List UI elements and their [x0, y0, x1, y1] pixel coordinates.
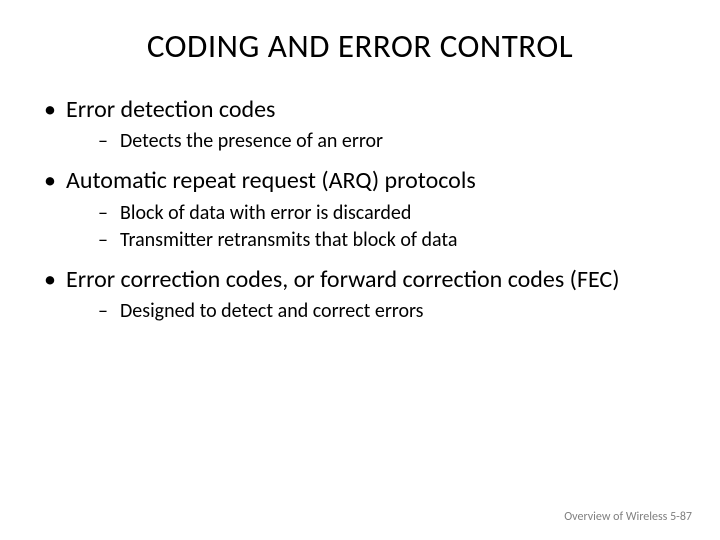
bullet-item: Error correction codes, or forward corre… [40, 264, 688, 325]
sub-bullet-list: Detects the presence of an error [66, 128, 688, 155]
bullet-text: Error correction codes, or forward corre… [66, 265, 620, 294]
bullet-text: Error detection codes [66, 95, 275, 124]
sub-bullet-list: Designed to detect and correct errors [66, 298, 688, 325]
bullet-list: Error detection codes Detects the presen… [32, 94, 688, 325]
sub-bullet-item: Transmitter retransmits that block of da… [98, 227, 688, 254]
bullet-item: Automatic repeat request (ARQ) protocols… [40, 165, 688, 253]
sub-bullet-item: Detects the presence of an error [98, 128, 688, 155]
bullet-text: Automatic repeat request (ARQ) protocols [66, 166, 476, 195]
slide-title: CODING AND ERROR CONTROL [32, 26, 688, 66]
bullet-item: Error detection codes Detects the presen… [40, 94, 688, 155]
slide: CODING AND ERROR CONTROL Error detection… [0, 0, 720, 540]
slide-footer: Overview of Wireless 5-87 [564, 510, 692, 524]
sub-bullet-item: Designed to detect and correct errors [98, 298, 688, 325]
sub-bullet-item: Block of data with error is discarded [98, 200, 688, 227]
sub-bullet-list: Block of data with error is discarded Tr… [66, 200, 688, 254]
